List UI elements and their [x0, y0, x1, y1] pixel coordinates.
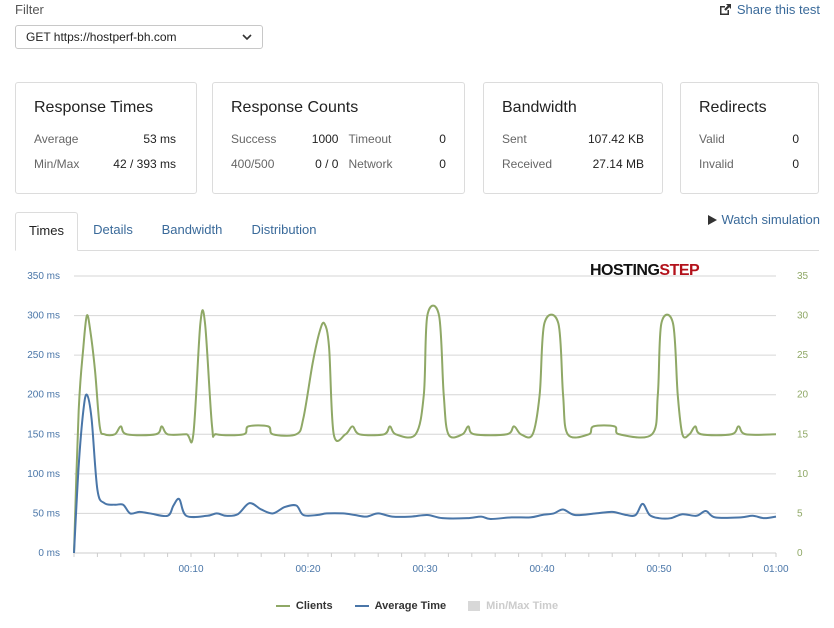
y-left-tick-label: 50 ms [33, 508, 60, 519]
bandwidth-card: Bandwidth Sent 107.42 KB Received 27.14 MB [483, 82, 663, 194]
chevron-down-icon [242, 34, 252, 40]
success-label: Success [231, 132, 277, 146]
response-times-card: Response Times Average 53 ms Min/Max 42 / … [15, 82, 197, 194]
y-right-tick-label: 0 [797, 548, 803, 559]
y-right-tick-label: 20 [797, 390, 809, 401]
y-right-tick-label: 30 [797, 311, 809, 322]
y-left-tick-label: 350 ms [27, 271, 60, 282]
error-counts-label: 400/500 [231, 157, 275, 171]
minmax-value: 42 / 393 ms [113, 157, 176, 171]
tab-details[interactable]: Details [85, 212, 141, 250]
request-filter-select[interactable]: GET https://hostperf-bh.com [15, 25, 263, 49]
tab-bandwidth[interactable]: Bandwidth [153, 212, 231, 250]
response-times-title: Response Times [34, 99, 154, 116]
network-label: Network [348, 157, 393, 171]
filter-label: Filter [15, 2, 44, 17]
y-right-tick-label: 25 [797, 350, 809, 361]
success-value: 1000 [311, 132, 339, 146]
redirects-title: Redirects [699, 99, 767, 116]
received-label: Received [502, 157, 553, 171]
response-time-chart: 0 ms 0 50 ms 5 100 ms 10 150 ms 15 200 ms 20 250 m… [27, 271, 809, 575]
sent-label: Sent [502, 132, 527, 146]
x-tick-label: 01:00 [763, 564, 788, 575]
legend-average-label: Average Time [374, 600, 447, 612]
x-tick-label: 00:10 [178, 564, 203, 575]
x-tick-label: 00:20 [295, 564, 320, 575]
y-left-tick-label: 300 ms [27, 311, 60, 322]
average-value: 53 ms [143, 132, 176, 146]
request-filter-value: GET https://hostperf-bh.com [26, 30, 177, 44]
watch-simulation-link[interactable]: Watch simulation [707, 212, 821, 227]
y-right-tick-label: 15 [797, 429, 809, 440]
valid-value: 0 [792, 132, 799, 146]
legend-minmax-label: Min/Max Time [486, 600, 559, 612]
sent-value: 107.42 KB [587, 132, 644, 146]
valid-label: Valid [699, 132, 725, 146]
y-left-tick-label: 250 ms [27, 350, 60, 361]
external-share-icon [719, 4, 731, 15]
average-label: Average [34, 132, 79, 146]
received-value: 27.14 MB [592, 157, 644, 171]
x-tick-label: 00:40 [529, 564, 554, 575]
chart-tabs: Times Details Bandwidth Distribution [15, 212, 819, 251]
legend-average-time[interactable]: Average Time [354, 600, 447, 612]
chart-legend: Clients Average Time Min/Max Time [0, 600, 834, 612]
legend-average-swatch [354, 605, 369, 607]
legend-minmax-time[interactable]: Min/Max Time [468, 600, 558, 612]
response-counts-title: Response Counts [231, 99, 359, 116]
x-tick-label: 00:50 [646, 564, 671, 575]
y-left-tick-label: 200 ms [27, 390, 60, 401]
watch-simulation-label: Watch simulation [721, 212, 821, 227]
response-counts-card: Response Counts Success 1000 Timeout 0 4… [212, 82, 465, 194]
minmax-label: Min/Max [34, 157, 80, 171]
tab-distribution[interactable]: Distribution [243, 212, 325, 250]
tab-times[interactable]: Times [15, 212, 78, 251]
invalid-label: Invalid [699, 157, 734, 171]
play-icon [707, 214, 717, 225]
timeout-label: Timeout [348, 132, 392, 146]
y-right-tick-label: 10 [797, 469, 809, 480]
invalid-value: 0 [792, 157, 799, 171]
legend-clients[interactable]: Clients [275, 600, 333, 612]
legend-clients-swatch [275, 605, 290, 607]
x-tick-label: 00:30 [412, 564, 437, 575]
y-left-tick-label: 100 ms [27, 469, 60, 480]
y-right-tick-label: 5 [797, 508, 803, 519]
bandwidth-title: Bandwidth [502, 99, 577, 116]
network-value: 0 [439, 157, 446, 171]
timeout-value: 0 [439, 132, 446, 146]
y-left-tick-label: 150 ms [27, 429, 60, 440]
y-left-tick-label: 0 ms [38, 548, 60, 559]
error-counts-value: 0 / 0 [315, 157, 339, 171]
share-test-link[interactable]: Share this test [719, 2, 820, 17]
share-test-label: Share this test [736, 2, 820, 17]
y-right-tick-label: 35 [797, 271, 809, 282]
legend-clients-label: Clients [295, 600, 333, 612]
redirects-card: Redirects Valid 0 Invalid 0 [680, 82, 819, 194]
legend-minmax-swatch [468, 601, 481, 611]
